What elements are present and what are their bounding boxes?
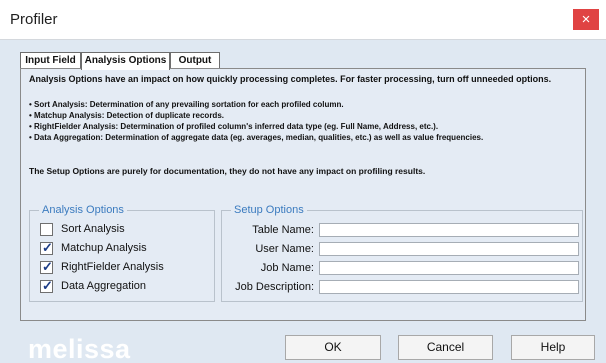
- job-description-input[interactable]: [319, 280, 579, 294]
- setup-note: The Setup Options are purely for documen…: [29, 166, 426, 176]
- sort-analysis-label: Sort Analysis: [61, 223, 125, 235]
- matchup-analysis-checkbox[interactable]: ✓: [40, 240, 53, 255]
- matchup-analysis-label: Matchup Analysis: [61, 242, 147, 254]
- ok-button[interactable]: OK: [285, 335, 381, 360]
- close-icon: ×: [581, 11, 591, 28]
- bullet-sort-analysis: • Sort Analysis: Determination of any pr…: [29, 100, 344, 109]
- job-description-label: Job Description:: [235, 281, 314, 293]
- help-button[interactable]: Help: [511, 335, 595, 360]
- intro-text: Analysis Options have an impact on how q…: [29, 74, 552, 84]
- setup-options-group: Setup Options Table Name: User Name: Job…: [221, 203, 583, 302]
- bullet-list: • Sort Analysis: Determination of any pr…: [29, 99, 483, 143]
- user-name-input[interactable]: [319, 242, 579, 256]
- tab-analysis-options[interactable]: Analysis Options: [81, 52, 170, 70]
- bullet-rightfielder-analysis: • RightFielder Analysis: Determination o…: [29, 122, 439, 131]
- check-icon: ✓: [42, 240, 53, 255]
- sort-analysis-checkbox[interactable]: [40, 223, 53, 236]
- table-name-label: Table Name:: [252, 224, 314, 236]
- bullet-matchup-analysis: • Matchup Analysis: Detection of duplica…: [29, 111, 224, 120]
- check-icon: ✓: [42, 259, 53, 274]
- table-name-input[interactable]: [319, 223, 579, 237]
- close-button[interactable]: ×: [573, 9, 599, 30]
- job-name-label: Job Name:: [260, 262, 314, 274]
- tab-input-field[interactable]: Input Field: [20, 52, 81, 69]
- analysis-options-title: Analysis Options: [39, 203, 127, 217]
- data-aggregation-checkbox[interactable]: ✓: [40, 278, 53, 293]
- window-title: Profiler: [10, 11, 58, 28]
- melissa-logo: melissa: [28, 334, 131, 363]
- analysis-options-panel: Analysis Options have an impact on how q…: [20, 68, 586, 321]
- data-aggregation-label: Data Aggregation: [61, 280, 147, 292]
- job-name-input[interactable]: [319, 261, 579, 275]
- analysis-options-group: Analysis Options Sort Analysis ✓ Matchup…: [29, 203, 215, 302]
- user-name-label: User Name:: [255, 243, 314, 255]
- title-bar: Profiler ×: [0, 0, 606, 40]
- check-icon: ✓: [42, 278, 53, 293]
- setup-options-title: Setup Options: [231, 203, 307, 217]
- cancel-button[interactable]: Cancel: [398, 335, 493, 360]
- rightfielder-analysis-label: RightFielder Analysis: [61, 261, 164, 273]
- tab-output[interactable]: Output: [170, 52, 220, 69]
- rightfielder-analysis-checkbox[interactable]: ✓: [40, 259, 53, 274]
- bullet-data-aggregation: • Data Aggregation: Determination of agg…: [29, 133, 484, 142]
